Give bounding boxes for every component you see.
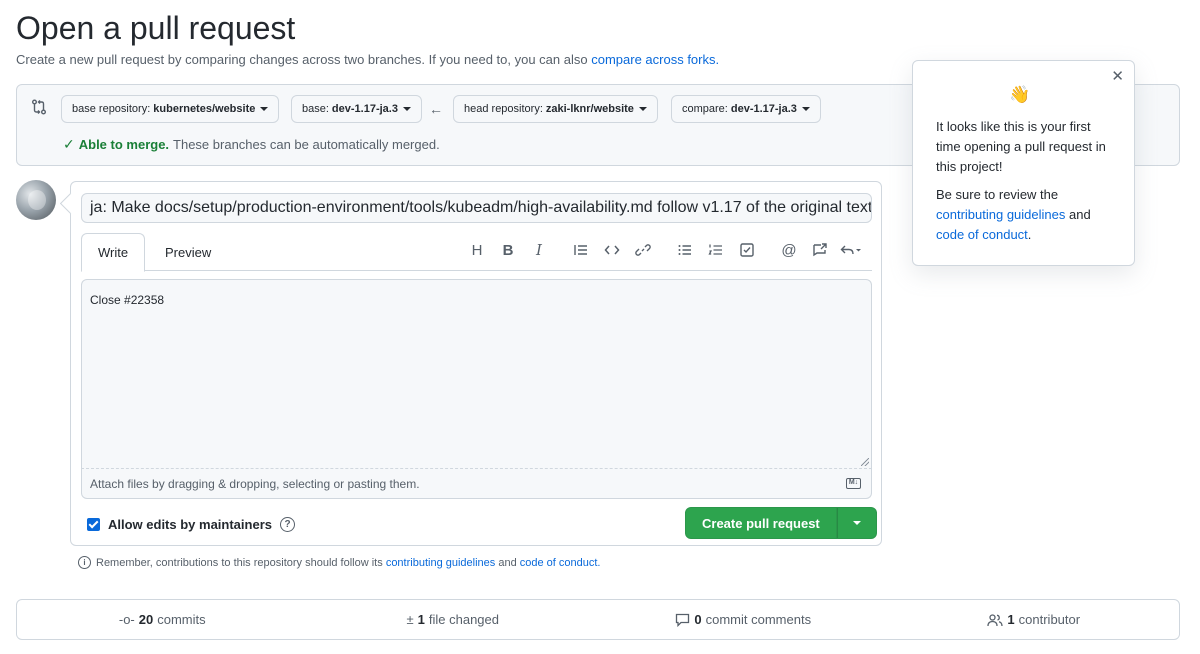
page-title: Open a pull request bbox=[16, 10, 296, 46]
popover-period: . bbox=[1027, 227, 1032, 242]
merge-status-text: These branches can be automatically merg… bbox=[173, 137, 440, 152]
compare-branch-select[interactable]: compare: dev-1.17-ja.3 bbox=[671, 95, 821, 123]
popover-review-text: Be sure to review the bbox=[936, 187, 1059, 202]
base-repository-select[interactable]: base repository: kubernetes/website bbox=[61, 95, 280, 123]
ordered-list-icon[interactable] bbox=[705, 239, 727, 261]
checkbox-checked-icon[interactable] bbox=[87, 518, 100, 531]
reference-icon[interactable] bbox=[809, 239, 831, 261]
stat-contributors[interactable]: 1 contributor bbox=[889, 600, 1180, 639]
attach-files-bar[interactable]: Attach files by dragging & dropping, sel… bbox=[81, 469, 872, 499]
compare-branch-label: compare: bbox=[682, 103, 728, 115]
markdown-toolbar: H B I @ bbox=[457, 239, 862, 261]
git-compare-icon bbox=[32, 99, 46, 115]
pr-stats-bar: -o- 20 commits ± 1 file changed 0 commit… bbox=[16, 599, 1180, 640]
pr-body-textarea[interactable]: Close #22358 bbox=[81, 279, 872, 469]
merge-ok-text: Able to merge. bbox=[78, 137, 170, 152]
allow-edits-checkbox[interactable]: Allow edits by maintainers ? bbox=[87, 517, 295, 532]
create-pr-options-button[interactable] bbox=[836, 507, 877, 539]
base-branch-value: dev-1.17-ja.3 bbox=[331, 103, 398, 115]
commits-count: 20 bbox=[138, 612, 154, 627]
heading-icon[interactable]: H bbox=[466, 239, 488, 261]
reminder-text: Remember, contributions to this reposito… bbox=[96, 556, 383, 569]
diff-icon: ± bbox=[406, 612, 414, 627]
code-of-conduct-link[interactable]: code of conduct. bbox=[520, 557, 601, 569]
attach-files-text: Attach files by dragging & dropping, sel… bbox=[90, 477, 420, 491]
base-repository-label: base repository: bbox=[72, 103, 151, 115]
base-branch-select[interactable]: base: dev-1.17-ja.3 bbox=[291, 95, 422, 123]
chevron-down-icon bbox=[402, 107, 411, 111]
mention-icon[interactable]: @ bbox=[778, 239, 800, 261]
compare-branch-value: dev-1.17-ja.3 bbox=[730, 103, 797, 115]
commits-label: commits bbox=[157, 612, 206, 627]
base-repository-value: kubernetes/website bbox=[153, 103, 256, 115]
avatar[interactable] bbox=[16, 180, 56, 220]
info-icon: i bbox=[78, 556, 91, 569]
create-pull-request-button[interactable]: Create pull request bbox=[685, 507, 837, 539]
bold-icon[interactable]: B bbox=[497, 239, 519, 261]
stat-commits[interactable]: -o- 20 commits bbox=[17, 600, 308, 639]
stat-files-changed[interactable]: ± 1 file changed bbox=[308, 600, 599, 639]
italic-icon[interactable]: I bbox=[528, 239, 550, 261]
allow-edits-label: Allow edits by maintainers bbox=[108, 517, 272, 532]
subtitle-text: Create a new pull request by comparing c… bbox=[16, 52, 588, 67]
people-icon bbox=[987, 613, 1004, 626]
waving-hand-icon: 👋 bbox=[1009, 85, 1031, 104]
comments-count: 0 bbox=[694, 612, 702, 627]
link-icon[interactable] bbox=[632, 239, 654, 261]
resize-handle[interactable] bbox=[861, 458, 869, 466]
head-repository-select[interactable]: head repository: zaki-lknr/website bbox=[453, 95, 658, 123]
pr-body-text: Close #22358 bbox=[90, 293, 165, 307]
pr-title-input[interactable]: ja: Make docs/setup/production-environme… bbox=[81, 193, 872, 223]
tab-preview[interactable]: Preview bbox=[149, 233, 227, 271]
popover-contributing-guidelines-link[interactable]: contributing guidelines bbox=[936, 207, 1065, 222]
files-count: 1 bbox=[417, 612, 425, 627]
unordered-list-icon[interactable] bbox=[674, 239, 696, 261]
tab-write[interactable]: Write bbox=[81, 233, 146, 272]
comments-label: commit comments bbox=[705, 612, 812, 627]
stat-commit-comments[interactable]: 0 commit comments bbox=[598, 600, 889, 639]
close-icon[interactable]: ✕ bbox=[1111, 67, 1124, 87]
chevron-down-icon bbox=[260, 107, 269, 111]
first-pr-popover: ✕ 👋 It looks like this is your first tim… bbox=[912, 60, 1135, 266]
editor-tabs: Write Preview H B I @ bbox=[81, 233, 872, 272]
chevron-down-icon bbox=[852, 521, 861, 525]
contributors-count: 1 bbox=[1007, 612, 1015, 627]
create-pr-button-group: Create pull request bbox=[685, 507, 877, 539]
compare-across-forks-link[interactable]: compare across forks. bbox=[591, 52, 719, 67]
popover-message: It looks like this is your first time op… bbox=[936, 119, 1106, 174]
task-list-icon[interactable] bbox=[736, 239, 758, 261]
merge-status: ✓ Able to merge. These branches can be a… bbox=[63, 136, 440, 153]
arrow-left-icon: ← bbox=[429, 101, 443, 117]
chevron-down-icon bbox=[638, 107, 647, 111]
popover-code-of-conduct-link[interactable]: code of conduct bbox=[936, 227, 1028, 242]
git-commit-icon: -o- bbox=[118, 612, 135, 627]
popover-review-message: Be sure to review the contributing guide… bbox=[936, 185, 1112, 245]
base-branch-label: base: bbox=[302, 103, 329, 115]
pull-request-form: ja: Make docs/setup/production-environme… bbox=[70, 181, 882, 546]
quote-icon[interactable] bbox=[570, 239, 592, 261]
comment-icon bbox=[676, 613, 690, 627]
question-icon[interactable]: ? bbox=[280, 517, 295, 532]
reminder-and: and bbox=[498, 556, 517, 569]
page-subtitle: Create a new pull request by comparing c… bbox=[16, 52, 719, 67]
head-repository-value: zaki-lknr/website bbox=[545, 103, 634, 115]
chevron-down-icon bbox=[801, 107, 810, 111]
check-icon: ✓ bbox=[63, 136, 75, 152]
head-repository-label: head repository: bbox=[464, 103, 543, 115]
contributing-guidelines-link[interactable]: contributing guidelines bbox=[386, 557, 495, 569]
contributors-label: contributor bbox=[1018, 612, 1081, 627]
markdown-icon[interactable]: M↓ bbox=[846, 478, 861, 489]
popover-and: and bbox=[1069, 207, 1091, 222]
code-icon[interactable] bbox=[601, 239, 623, 261]
reply-icon[interactable] bbox=[840, 239, 862, 261]
contribution-reminder: i Remember, contributions to this reposi… bbox=[78, 556, 601, 569]
files-label: file changed bbox=[428, 612, 499, 627]
